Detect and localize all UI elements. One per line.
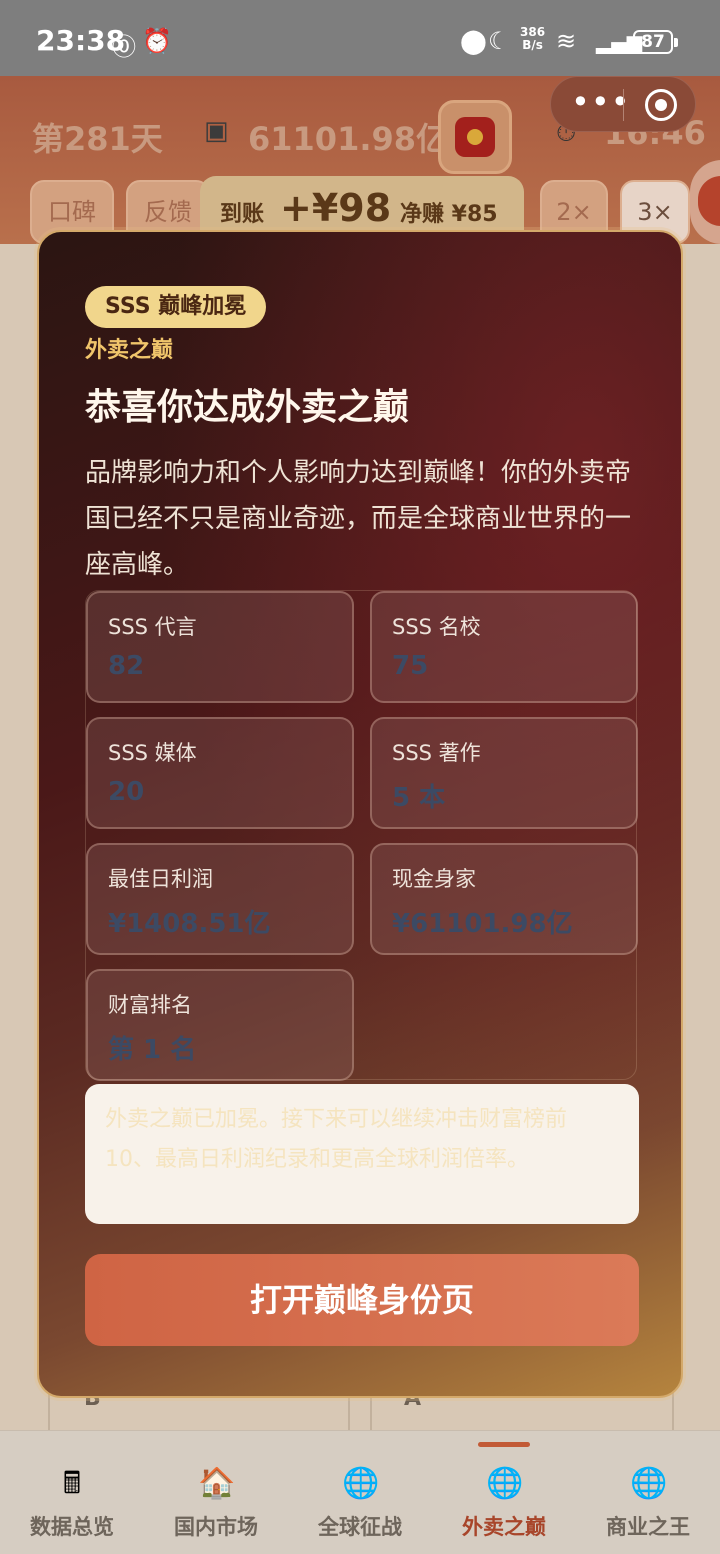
open-summit-identity-button[interactable]: 打开巅峰身份页	[85, 1254, 639, 1346]
nav-overview[interactable]: 🖩 数据总览	[0, 1431, 144, 1554]
money-total: 61101.98亿	[248, 120, 449, 158]
stat-card: 财富排名 第 1 名	[86, 969, 354, 1081]
stat-value: 5 本	[392, 783, 446, 813]
nav-domestic-market[interactable]: 🏠 国内市场	[144, 1431, 288, 1554]
stats-grid: SSS 代言 82 SSS 名校 75 SSS 媒体 20 SSS 著作 5 本…	[85, 590, 638, 1081]
nav-label: 全球征战	[318, 1515, 402, 1539]
cash-register-icon: ▣	[204, 116, 229, 146]
wifi-icon: ≋	[556, 27, 577, 55]
nav-label: 外卖之巅	[462, 1515, 546, 1539]
income-label: 到账	[220, 202, 265, 227]
nav-label: 国内市场	[174, 1515, 258, 1539]
moon-icon: ☾	[488, 27, 510, 55]
storefront-icon: 🏠	[198, 1466, 236, 1501]
income-net: 净赚 ¥85	[400, 202, 498, 227]
stat-label: 财富排名	[108, 993, 192, 1017]
alarm-icon: ⏰	[142, 27, 172, 55]
battery-indicator: 87	[633, 30, 678, 54]
rank-badge: SSS 巅峰加冕	[85, 286, 267, 328]
stat-card: SSS 代言 82	[86, 591, 354, 703]
stat-value: 82	[108, 651, 145, 681]
cash-register-icon: 🖩	[63, 1466, 81, 1501]
stat-value: 20	[108, 777, 145, 807]
capsule-divider	[623, 89, 624, 121]
nav-global-conquest[interactable]: 🌐 全球征战	[288, 1431, 432, 1554]
nav-delivery-summit[interactable]: 🌐 外卖之巅	[432, 1431, 576, 1554]
stat-value: ¥1408.51亿	[108, 909, 271, 939]
notice-text: 外卖之巅已加冕。接下来可以继续冲击财富榜前 10、最高日利润纪录和更高全球利润倍…	[105, 1107, 568, 1172]
stat-label: 现金身家	[392, 867, 476, 891]
income-amount: +¥98	[280, 186, 392, 230]
stat-label: SSS 代言	[108, 615, 197, 639]
notice-box: 外卖之巅已加冕。接下来可以继续冲击财富榜前 10、最高日利润纪录和更高全球利润倍…	[85, 1084, 639, 1224]
coin-icon	[467, 129, 483, 145]
modal-description: 品牌影响力和个人影响力达到巅峰！你的外卖帝国已经不只是商业奇迹，而是全球商业世界…	[85, 458, 632, 580]
nav-business-king[interactable]: 🌐 商业之王	[576, 1431, 720, 1554]
globe-icon: 🌐	[342, 1466, 380, 1501]
modal-title: 恭喜你达成外卖之巅	[85, 387, 410, 428]
stat-card: SSS 著作 5 本	[370, 717, 638, 829]
stat-label: SSS 著作	[392, 741, 481, 765]
net-speed-unit: B/s	[522, 38, 543, 52]
hd-icon: ⓪	[112, 33, 136, 61]
achievement-modal: SSS 巅峰加冕 外卖之巅 恭喜你达成外卖之巅 品牌影响力和个人影响力达到巅峰！…	[37, 230, 683, 1398]
stat-card: 最佳日利润 ¥1408.51亿	[86, 843, 354, 955]
close-miniprogram-icon[interactable]	[645, 89, 677, 121]
stat-value: 75	[392, 651, 429, 681]
bottom-nav: 🖩 数据总览 🏠 国内市场 🌐 全球征战 🌐 外卖之巅 🌐 商业之王	[0, 1430, 720, 1554]
modal-kicker: 外卖之巅	[85, 338, 174, 363]
stat-label: SSS 名校	[392, 615, 481, 639]
more-icon[interactable]: •••	[571, 83, 631, 121]
stat-card: SSS 媒体 20	[86, 717, 354, 829]
stat-card: SSS 名校 75	[370, 591, 638, 703]
net-speed: 386 B/s	[520, 26, 545, 52]
active-tab-indicator	[478, 1442, 530, 1447]
stat-card: 现金身家 ¥61101.98亿	[370, 843, 638, 955]
stat-label: 最佳日利润	[108, 867, 213, 891]
day-counter: 第281天	[32, 120, 163, 158]
red-envelope-button[interactable]	[438, 100, 512, 174]
location-icon: ⬤	[460, 27, 487, 55]
globe-icon: 🌐	[630, 1466, 668, 1501]
nav-label: 数据总览	[30, 1515, 114, 1539]
nav-label: 商业之王	[606, 1515, 690, 1539]
status-bar: 23:38 ⓪ ⏰ ⬤ ☾ 386 B/s ≋ ▂▄▆ 87	[0, 0, 720, 76]
orb-icon	[698, 176, 720, 226]
miniprogram-capsule: •••	[550, 76, 696, 132]
stat-value: ¥61101.98亿	[392, 909, 573, 939]
stat-value: 第 1 名	[108, 1035, 197, 1065]
stat-label: SSS 媒体	[108, 741, 197, 765]
globe-icon: 🌐	[486, 1466, 524, 1501]
